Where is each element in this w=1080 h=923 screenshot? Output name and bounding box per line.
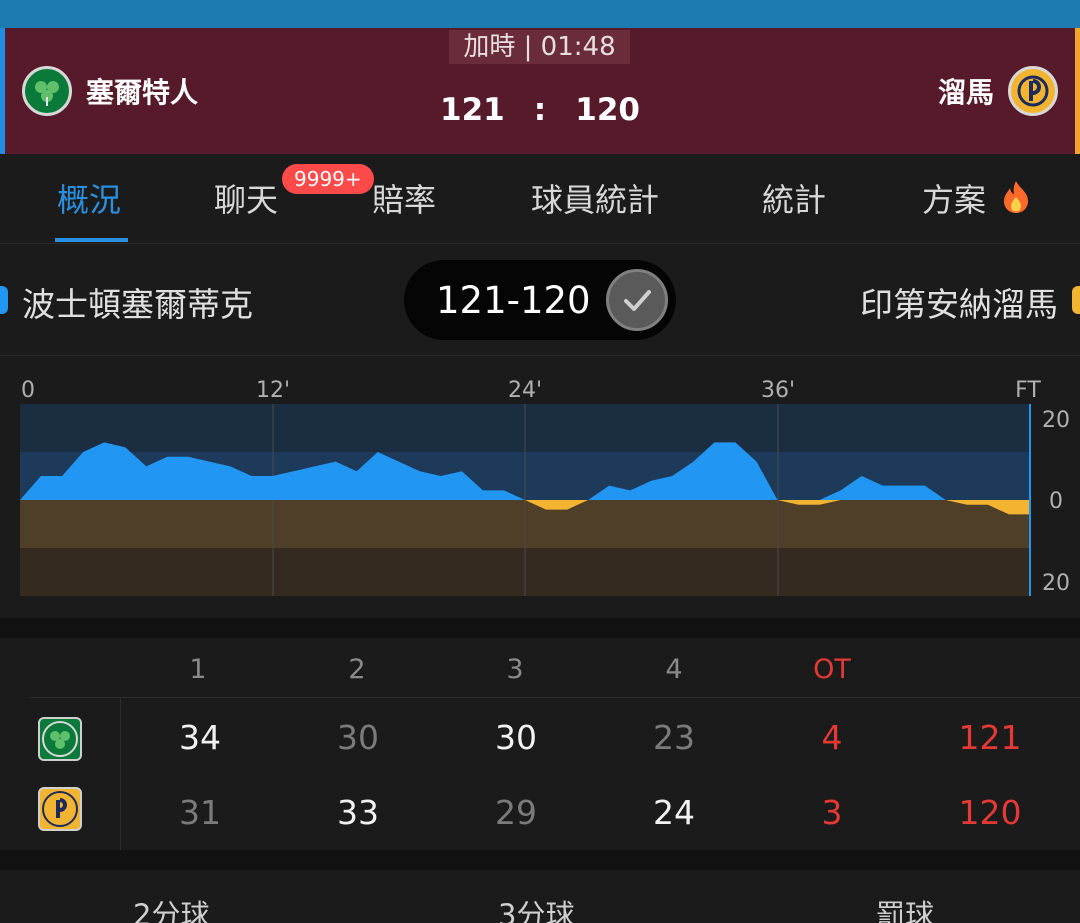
active-tab-indicator — [55, 238, 128, 242]
away-color-edge — [1075, 28, 1080, 154]
tab-stats[interactable]: 統計 — [762, 178, 826, 222]
y-tick-zero: 0 — [1049, 489, 1063, 514]
away-team-name: 溜馬 — [937, 76, 994, 109]
celtics-logo-icon — [22, 66, 72, 116]
quarter-header-3: 3 — [506, 654, 524, 685]
momentum-chart: 0 12' 24' 36' FT 20 0 20 — [0, 356, 1080, 618]
stat-label-2pt: 2分球 — [133, 898, 210, 923]
table-total: 120 — [958, 793, 1022, 832]
period-clock: 加時 | 01:48 — [449, 30, 630, 64]
y-tick-bottom: 20 — [1042, 571, 1070, 596]
table-column-divider — [120, 698, 121, 850]
home-team-name: 塞爾特人 — [86, 76, 199, 109]
away-team[interactable]: 溜馬 — [938, 66, 1058, 116]
x-tick-36: 36' — [761, 378, 795, 403]
pacers-row-logo-icon — [38, 787, 82, 831]
match-header: 加時 | 01:48 塞爾特人 121 : 120 溜馬 — [0, 28, 1080, 154]
quarter-header-2: 2 — [348, 654, 366, 685]
tab-player-stats[interactable]: 球員統計 — [531, 178, 659, 222]
section-divider — [0, 850, 1080, 870]
momentum-chart-svg: 0 12' 24' 36' FT 20 0 20 — [20, 378, 1070, 596]
tab-plans-label: 方案 — [922, 181, 987, 219]
chat-badge: 9999+ — [282, 164, 374, 194]
table-cell: 29 — [495, 793, 537, 832]
tab-odds[interactable]: 賠率 — [372, 178, 436, 222]
x-tick-12: 12' — [256, 378, 290, 403]
stats-header: 2分球 3分球 罰球 — [0, 870, 1080, 923]
table-cell: 34 — [179, 718, 221, 757]
table-cell: 30 — [495, 718, 537, 757]
away-marker — [1072, 286, 1080, 314]
tab-plans[interactable]: 方案 — [922, 178, 1030, 222]
x-tick-ft: FT — [1015, 378, 1041, 403]
home-score: 121 — [440, 92, 505, 128]
quarter-score-table: 1 2 3 4 OT 34 30 30 23 4 121 31 33 29 24… — [0, 638, 1080, 850]
quarter-header-ot: OT — [813, 654, 851, 685]
score-separator: : — [533, 92, 547, 128]
score-pill[interactable]: 121-120 — [404, 260, 676, 340]
quarter-header-4: 4 — [665, 654, 683, 685]
main-score: 121 : 120 — [440, 90, 640, 130]
tab-bar: 概況 聊天 9999+ 賠率 球員統計 統計 方案 — [0, 154, 1080, 244]
section-divider — [0, 618, 1080, 638]
table-total: 121 — [958, 718, 1022, 757]
stat-label-ft: 罰球 — [876, 898, 935, 923]
table-cell: 31 — [179, 793, 221, 832]
y-tick-top: 20 — [1042, 408, 1070, 433]
home-marker — [0, 286, 8, 314]
pacers-logo-icon — [1008, 66, 1058, 116]
check-icon — [606, 269, 668, 331]
celtics-row-logo-icon — [38, 717, 82, 761]
table-cell: 33 — [337, 793, 379, 832]
home-team[interactable]: 塞爾特人 — [22, 66, 198, 116]
x-tick-0: 0 — [21, 378, 35, 403]
table-cell: 3 — [821, 793, 843, 832]
stat-label-3pt: 3分球 — [498, 898, 575, 923]
tab-overview[interactable]: 概況 — [57, 178, 121, 222]
home-full-name: 波士頓塞爾蒂克 — [22, 285, 253, 324]
away-score: 120 — [575, 92, 640, 128]
match-summary: 波士頓塞爾蒂克 121-120 印第安納溜馬 — [0, 244, 1080, 356]
tab-chat[interactable]: 聊天 — [214, 178, 278, 222]
table-cell: 4 — [821, 718, 843, 757]
away-full-name: 印第安納溜馬 — [860, 285, 1058, 324]
table-divider — [30, 697, 1080, 698]
table-cell: 24 — [653, 793, 695, 832]
pill-score: 121-120 — [436, 278, 591, 322]
status-bar — [0, 0, 1080, 28]
home-color-edge — [0, 28, 5, 154]
x-tick-24: 24' — [508, 378, 542, 403]
flame-icon — [1002, 180, 1030, 225]
table-cell: 23 — [653, 718, 695, 757]
quarter-header-1: 1 — [189, 654, 207, 685]
table-cell: 30 — [337, 718, 379, 757]
